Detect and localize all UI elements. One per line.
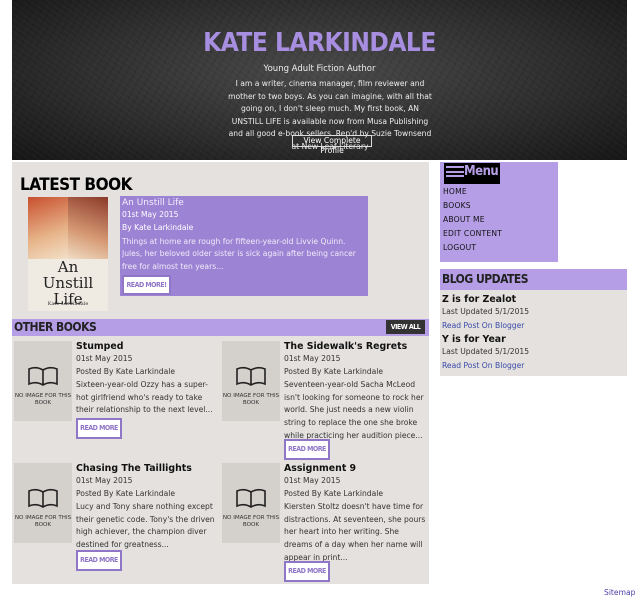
cover-author: Kate Larkindale	[47, 301, 89, 307]
site-header: KATE LARKINDALE Young Adult Fiction Auth…	[12, 0, 627, 160]
latest-book-author: By Kate Larkindale	[122, 222, 194, 232]
menu-toggle[interactable]: Menu	[444, 163, 500, 184]
nav-item-about-me[interactable]: ABOUT ME	[443, 213, 502, 227]
no-image-label: NO IMAGE FOR THIS BOOK	[14, 515, 72, 528]
blog-post-link[interactable]: Read Post On Blogger	[442, 319, 622, 333]
read-more-button[interactable]: READ MORE	[76, 550, 122, 571]
read-more-button[interactable]: READ MORE	[284, 561, 330, 582]
site-subtitle: Young Adult Fiction Author	[263, 64, 376, 74]
other-books-bar: OTHER BOOKS VIEW ALL	[12, 319, 429, 336]
latest-book-heading: LATEST BOOK	[20, 175, 132, 195]
book-title[interactable]: Chasing The Taillights	[76, 463, 218, 475]
nav-item-edit-content[interactable]: EDIT CONTENT	[443, 227, 502, 241]
book-title[interactable]: The Sidewalk's Regrets	[284, 341, 426, 353]
book-author: Posted By Kate Larkindale	[284, 488, 384, 498]
blog-post: Y is for Year Last Updated 5/1/2015 Read…	[442, 334, 622, 373]
read-more-button[interactable]: READ MORE	[284, 439, 330, 460]
blog-post-link[interactable]: Read Post On Blogger	[442, 359, 622, 373]
nav-item-home[interactable]: HOME	[443, 185, 502, 199]
nav-list: HOME BOOKS ABOUT ME EDIT CONTENT LOGOUT	[443, 185, 502, 255]
book-title[interactable]: Stumped	[76, 341, 218, 353]
latest-book-excerpt: Things at home are rough for fifteen-yea…	[122, 236, 356, 271]
book-author: Posted By Kate Larkindale	[284, 366, 384, 376]
blog-post-title: Z is for Zealot	[442, 294, 517, 305]
book-date: 01st May 2015	[76, 476, 133, 485]
latest-book-cover[interactable]: An Unstill Life Kate Larkindale	[28, 197, 108, 311]
site-title[interactable]: KATE LARKINDALE	[12, 28, 627, 58]
latest-book-title[interactable]: An Unstill Life	[122, 197, 368, 209]
book-author: Posted By Kate Larkindale	[76, 366, 176, 376]
view-profile-button[interactable]: View Complete Profile	[292, 135, 372, 155]
read-more-button[interactable]: READ MORE	[76, 418, 122, 439]
open-book-icon	[236, 488, 266, 508]
sitemap-link[interactable]: Sitemap	[604, 588, 635, 597]
cover-art-right	[68, 197, 108, 259]
main-content: LATEST BOOK An Unstill Life Kate Larkind…	[12, 162, 429, 584]
latest-read-more-button[interactable]: READ MORE!	[122, 275, 171, 295]
no-image-label: NO IMAGE FOR THIS BOOK	[14, 393, 72, 406]
book-date: 01st May 2015	[76, 354, 133, 363]
book-card: NO IMAGE FOR THIS BOOK Stumped 01st May …	[12, 341, 218, 463]
no-image-label: NO IMAGE FOR THIS BOOK	[222, 515, 280, 528]
no-image-label: NO IMAGE FOR THIS BOOK	[222, 393, 280, 406]
book-excerpt: Kiersten Stoltz doesn't have time for di…	[284, 502, 426, 562]
book-card: NO IMAGE FOR THIS BOOK Chasing The Taill…	[12, 463, 218, 585]
blog-post-title: Y is for Year	[442, 334, 506, 345]
no-image-placeholder[interactable]: NO IMAGE FOR THIS BOOK	[14, 463, 72, 543]
view-all-button[interactable]: VIEW ALL	[386, 320, 425, 334]
blog-updates-panel: BLOG UPDATES Z is for Zealot Last Update…	[440, 269, 627, 376]
no-image-placeholder[interactable]: NO IMAGE FOR THIS BOOK	[222, 463, 280, 543]
latest-book-date: 01st May 2015	[122, 210, 179, 219]
blog-post: Z is for Zealot Last Updated 5/1/2015 Re…	[442, 294, 622, 333]
blog-post-updated: Last Updated 5/1/2015	[442, 347, 530, 356]
book-card: NO IMAGE FOR THIS BOOK The Sidewalk's Re…	[220, 341, 426, 463]
cover-title: An Unstill Life	[42, 258, 94, 308]
book-excerpt: Sixteen-year-old Ozzy has a super-hot gi…	[76, 380, 213, 415]
book-author: Posted By Kate Larkindale	[76, 488, 176, 498]
blog-post-updated: Last Updated 5/1/2015	[442, 307, 530, 316]
book-excerpt: Seventeen-year-old Sacha McLeod isn't lo…	[284, 380, 424, 440]
hamburger-icon	[446, 166, 464, 180]
book-title[interactable]: Assignment 9	[284, 463, 426, 475]
book-excerpt: Lucy and Tony share nothing except their…	[76, 502, 215, 549]
open-book-icon	[236, 366, 266, 386]
cover-art-left	[28, 197, 68, 259]
no-image-placeholder[interactable]: NO IMAGE FOR THIS BOOK	[222, 341, 280, 421]
open-book-icon	[28, 366, 58, 386]
book-date: 01st May 2015	[284, 354, 341, 363]
book-date: 01st May 2015	[284, 476, 341, 485]
blog-updates-heading: BLOG UPDATES	[440, 269, 627, 290]
nav-item-books[interactable]: BOOKS	[443, 199, 502, 213]
open-book-icon	[28, 488, 58, 508]
nav-item-logout[interactable]: LOGOUT	[443, 241, 502, 255]
menu-label: Menu	[464, 164, 499, 179]
other-books-heading: OTHER BOOKS	[14, 320, 97, 334]
site-nav: Menu HOME BOOKS ABOUT ME EDIT CONTENT LO…	[440, 162, 558, 262]
book-card: NO IMAGE FOR THIS BOOK Assignment 9 01st…	[220, 463, 426, 585]
no-image-placeholder[interactable]: NO IMAGE FOR THIS BOOK	[14, 341, 72, 421]
